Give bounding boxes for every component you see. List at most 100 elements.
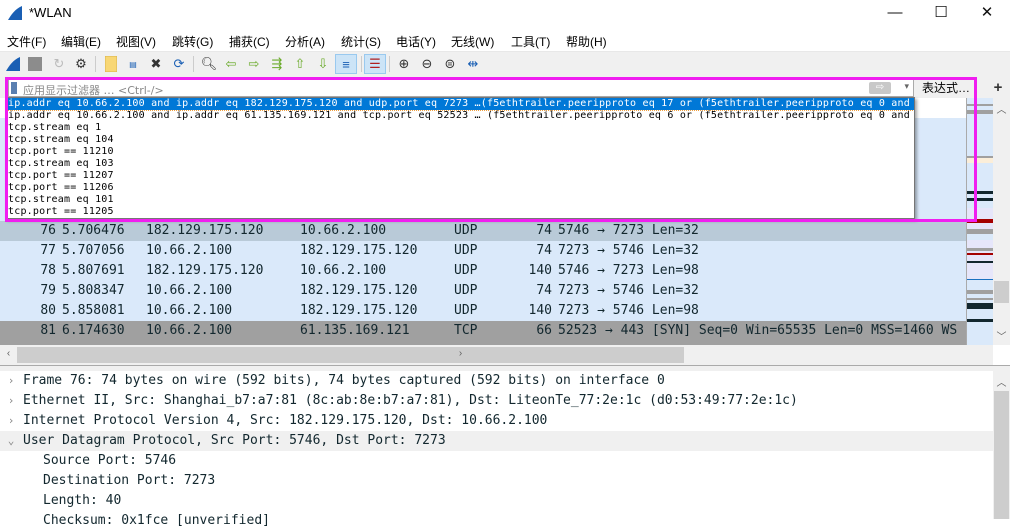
detail-text: User Datagram Protocol, Src Port: 5746, … — [23, 433, 446, 448]
collapsed-chevron-icon[interactable]: › — [5, 391, 17, 411]
packet-row[interactable]: 79 5.808347 10.66.2.100 182.129.175.120 UDP 7… — [0, 281, 966, 301]
collapsed-chevron-icon[interactable]: › — [5, 371, 17, 391]
back-arrow-icon[interactable]: ⇦ — [222, 55, 240, 73]
detail-row[interactable]: › Internet Protocol Version 4, Src: 182.1… — [0, 411, 993, 431]
packet-row[interactable]: 81 6.174630 10.66.2.100 61.135.169.121 TCP 66… — [0, 321, 966, 341]
reload-icon[interactable]: ⟳ — [170, 55, 188, 73]
packet-src: 10.66.2.100 — [146, 243, 233, 258]
find-icon[interactable]: 🔍︎ — [200, 55, 218, 73]
forward-arrow-icon[interactable]: ⇨ — [245, 55, 263, 73]
packet-list-horizontal-scrollbar[interactable]: ‹ › — [0, 345, 993, 365]
packet-no: 76 — [40, 223, 56, 238]
packet-info: 5746 → 7273 Len=32 — [558, 223, 699, 238]
detail-row[interactable]: Source Port: 5746 — [0, 451, 993, 471]
filter-history-item[interactable]: tcp.port == 11210 — [6, 146, 914, 158]
save-file-icon[interactable]: ▤ — [124, 55, 142, 73]
packet-list-vertical-scrollbar[interactable]: ︿ ﹀ — [993, 98, 1010, 345]
details-scroll-up-icon[interactable]: ︿ — [993, 374, 1010, 389]
expanded-chevron-icon[interactable]: ⌄ — [5, 431, 17, 451]
options-gear-icon[interactable]: ⚙ — [72, 55, 90, 73]
packet-row[interactable]: 80 5.858081 10.66.2.100 182.129.175.120 UDP 1… — [0, 301, 966, 321]
menu-analyze[interactable]: 分析(A) — [285, 33, 325, 50]
minimize-button[interactable]: — — [872, 0, 918, 28]
autoscroll-icon[interactable]: ≡ — [335, 54, 357, 74]
packet-row[interactable]: 76 5.706476 182.129.175.120 10.66.2.100 UDP 7… — [0, 221, 966, 241]
filter-history-item[interactable]: tcp.stream eq 104 — [6, 134, 914, 146]
menu-telephony[interactable]: 电话(Y) — [396, 33, 436, 50]
close-file-icon[interactable]: ✖ — [147, 55, 165, 73]
details-scroll-thumb[interactable] — [994, 391, 1009, 519]
packet-list-scroll-thumb[interactable] — [994, 281, 1009, 303]
close-button[interactable]: ✕ — [964, 0, 1010, 28]
resize-columns-icon[interactable]: ⇹ — [464, 55, 482, 73]
detail-text: Frame 76: 74 bytes on wire (592 bits), 7… — [23, 373, 665, 388]
filter-history-item[interactable]: tcp.port == 11206 — [6, 182, 914, 194]
filter-history-item[interactable]: tcp.stream eq 101 — [6, 194, 914, 206]
packet-minimap[interactable] — [966, 98, 993, 345]
display-filter-input[interactable]: 应用显示过滤器 … <Ctrl-/> ⇨ ▾ — [8, 79, 914, 97]
packet-len: 74 — [536, 283, 552, 298]
menu-capture[interactable]: 捕获(C) — [229, 33, 270, 50]
filter-history-item[interactable]: tcp.stream eq 1 — [6, 122, 914, 134]
packet-proto: UDP — [454, 263, 478, 278]
detail-text: Internet Protocol Version 4, Src: 182.12… — [23, 413, 548, 428]
filter-history-item[interactable]: ip.addr eq 10.66.2.100 and ip.addr eq 18… — [6, 98, 914, 111]
wireshark-logo-icon — [8, 6, 22, 20]
detail-row[interactable]: Destination Port: 7273 — [0, 471, 993, 491]
packet-proto: UDP — [454, 243, 478, 258]
menu-view[interactable]: 视图(V) — [116, 33, 156, 50]
packet-dst: 61.135.169.121 — [300, 323, 410, 338]
title-bar: *WLAN — ☐ ✕ — [0, 0, 1010, 28]
collapsed-chevron-icon[interactable]: › — [5, 411, 17, 431]
zoom-normal-icon[interactable]: ⊜ — [441, 55, 459, 73]
goto-packet-icon[interactable]: ⇶ — [268, 55, 286, 73]
menu-statistics[interactable]: 统计(S) — [341, 33, 381, 50]
filter-history-item[interactable]: tcp.port == 11207 — [6, 170, 914, 182]
packet-time: 5.707056 — [62, 243, 125, 258]
expression-button[interactable]: 表达式… — [918, 79, 974, 97]
menu-help[interactable]: 帮助(H) — [566, 33, 607, 50]
filter-history-item[interactable]: ip.addr eq 10.66.2.100 and ip.addr eq 61… — [6, 110, 914, 122]
last-packet-icon[interactable]: ⇩ — [314, 55, 332, 73]
packet-row[interactable]: 77 5.707056 10.66.2.100 182.129.175.120 UDP 7… — [0, 241, 966, 261]
detail-row[interactable]: › Frame 76: 74 bytes on wire (592 bits), … — [0, 371, 993, 391]
packet-dst: 10.66.2.100 — [300, 223, 387, 238]
packet-no: 79 — [40, 283, 56, 298]
menu-go[interactable]: 跳转(G) — [172, 33, 213, 50]
filter-bookmark-icon[interactable] — [11, 82, 17, 94]
packet-proto: UDP — [454, 283, 478, 298]
detail-row[interactable]: Checksum: 0x1fce [unverified] — [0, 511, 993, 531]
detail-row[interactable]: Length: 40 — [0, 491, 993, 511]
menu-tools[interactable]: 工具(T) — [511, 33, 550, 50]
open-folder-icon[interactable] — [102, 55, 120, 73]
detail-row[interactable]: › Ethernet II, Src: Shanghai_b7:a7:81 (8c… — [0, 391, 993, 411]
zoom-out-icon[interactable]: ⊖ — [418, 55, 436, 73]
scroll-up-icon[interactable]: ︿ — [993, 101, 1010, 116]
maximize-button[interactable]: ☐ — [918, 0, 964, 28]
menu-edit[interactable]: 编辑(E) — [61, 33, 101, 50]
shark-start-icon[interactable] — [4, 55, 22, 73]
menu-file[interactable]: 文件(F) — [7, 33, 46, 50]
details-vertical-scrollbar[interactable]: ︿ — [993, 371, 1010, 519]
filter-history-item[interactable]: tcp.port == 11205 — [6, 206, 914, 218]
restart-icon[interactable]: ↻ — [50, 55, 68, 73]
packet-src: 10.66.2.100 — [146, 283, 233, 298]
apply-filter-arrow-icon[interactable]: ⇨ — [869, 82, 891, 94]
filter-placeholder: 应用显示过滤器 … <Ctrl-/> — [23, 84, 164, 97]
stop-icon[interactable] — [26, 55, 44, 73]
detail-row[interactable]: ⌄ User Datagram Protocol, Src Port: 5746,… — [0, 431, 993, 451]
packet-row[interactable]: 78 5.807691 182.129.175.120 10.66.2.100 UDP 1… — [0, 261, 966, 281]
scroll-left-icon[interactable]: ‹ — [0, 348, 17, 359]
first-packet-icon[interactable]: ⇧ — [291, 55, 309, 73]
scroll-down-icon[interactable]: ﹀ — [993, 328, 1010, 343]
add-filter-button[interactable]: + — [990, 79, 1006, 97]
colorize-icon[interactable]: ☰ — [364, 54, 386, 74]
filter-history-item[interactable]: tcp.stream eq 103 — [6, 158, 914, 170]
scroll-right-icon[interactable]: › — [452, 348, 469, 359]
filter-history-dropdown-icon[interactable]: ▾ — [904, 81, 909, 92]
menu-wireless[interactable]: 无线(W) — [451, 33, 494, 50]
packet-info: 52523 → 443 [SYN] Seq=0 Win=65535 Len=0 … — [558, 323, 958, 338]
packet-time: 5.858081 — [62, 303, 125, 318]
horizontal-scroll-thumb[interactable] — [17, 347, 684, 363]
zoom-in-icon[interactable]: ⊕ — [395, 55, 413, 73]
